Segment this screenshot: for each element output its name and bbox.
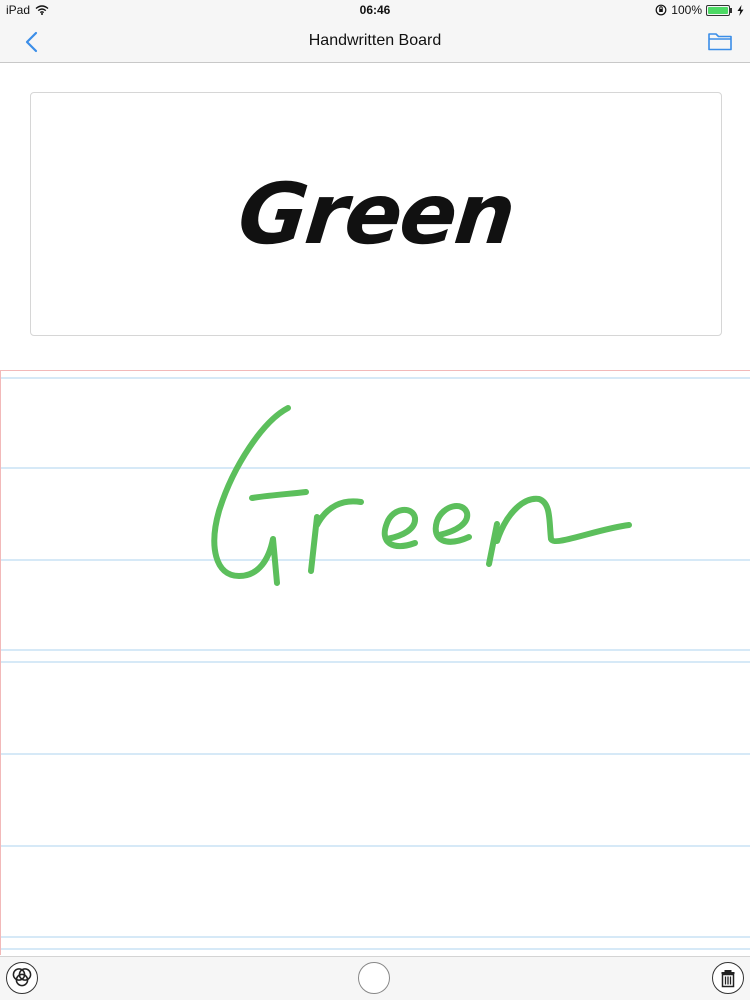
sample-word: Green xyxy=(233,165,519,263)
status-bar: iPad 06:46 100% xyxy=(0,0,750,20)
pen-size-circle-icon xyxy=(359,963,389,993)
trash-icon xyxy=(721,970,735,988)
clear-board-button[interactable] xyxy=(712,962,744,994)
battery-icon xyxy=(706,4,732,16)
orientation-lock-icon xyxy=(655,4,667,16)
handwritten-board-screen: iPad 06:46 100% Handwritten Board Green xyxy=(0,0,750,1000)
color-circles-icon xyxy=(12,968,32,987)
status-time: 06:46 xyxy=(359,3,391,17)
writing-board[interactable] xyxy=(0,370,750,955)
status-right: 100% xyxy=(655,3,744,17)
pen-size-button[interactable] xyxy=(358,962,390,994)
sample-word-card: Green xyxy=(30,92,722,336)
charging-bolt-icon xyxy=(737,4,744,16)
page-title: Handwritten Board xyxy=(308,32,442,49)
handwritten-stroke xyxy=(211,405,632,586)
color-picker-button[interactable] xyxy=(6,962,38,994)
navigation-bar: Handwritten Board xyxy=(0,20,750,63)
battery-percentage: 100% xyxy=(671,3,702,17)
folder-icon xyxy=(708,33,732,51)
bottom-toolbar xyxy=(0,956,750,1000)
folder-button[interactable] xyxy=(706,29,734,53)
